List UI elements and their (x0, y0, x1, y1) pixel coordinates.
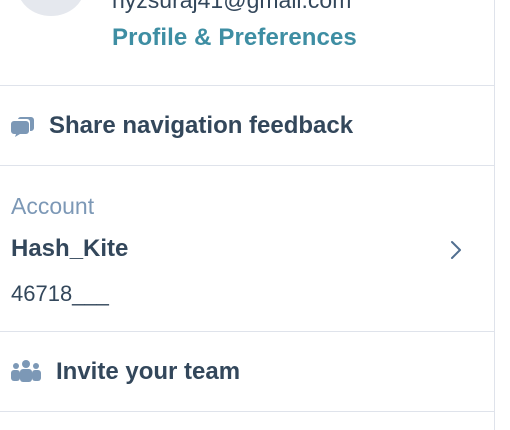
feedback-label: Share navigation feedback (49, 112, 354, 139)
account-heading: Account (11, 193, 95, 219)
chevron-right-icon (451, 241, 461, 259)
profile-header: hyzsuraj41@gmail.com Profile & Preferenc… (0, 0, 494, 86)
team-icon (11, 360, 41, 382)
invite-label: Invite your team (56, 358, 241, 385)
account-id: 46718___ (11, 281, 109, 306)
account-menu-panel: hyzsuraj41@gmail.com Profile & Preferenc… (0, 0, 495, 430)
avatar (17, 0, 85, 16)
account-name: Hash_Kite (11, 235, 129, 262)
invite-team-button[interactable]: Invite your team (0, 333, 494, 412)
speech-bubbles-icon (11, 116, 34, 137)
user-email: hyzsuraj41@gmail.com (112, 0, 352, 13)
account-switcher[interactable]: Account Hash_Kite 46718___ (0, 167, 494, 332)
share-navigation-feedback-button[interactable]: Share navigation feedback (0, 87, 494, 166)
profile-preferences-link[interactable]: Profile & Preferences (112, 24, 357, 52)
